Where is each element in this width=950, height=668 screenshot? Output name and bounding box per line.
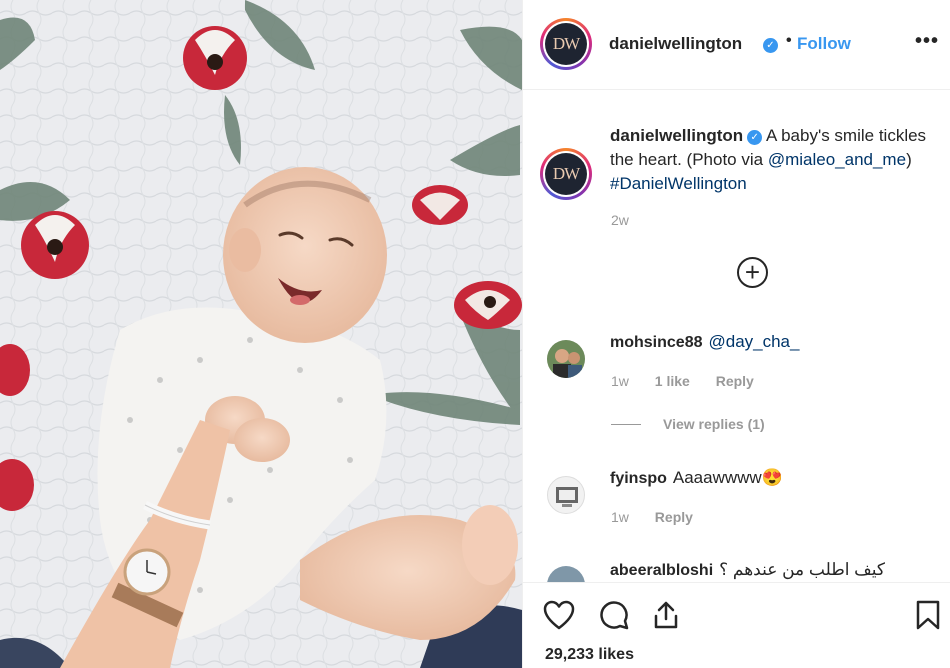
more-options-icon[interactable]: ••• <box>915 30 939 53</box>
divider-line <box>611 424 641 425</box>
comment-likes[interactable]: 1 like <box>655 373 690 389</box>
comment-avatar[interactable] <box>547 476 585 514</box>
mention-link[interactable]: @mialeo_and_me <box>768 150 906 169</box>
comment-username[interactable]: fyinspo <box>610 470 667 487</box>
caption-timestamp[interactable]: 2w <box>611 212 629 228</box>
separator-dot: • <box>786 32 792 49</box>
comment-text: abeeralbloshi كيف اطلب من عندهم ؟ <box>610 560 885 580</box>
avatar[interactable]: DW <box>540 18 592 70</box>
comment-timestamp[interactable]: 1w <box>611 509 629 525</box>
avatar-logo: DW <box>545 153 587 195</box>
view-replies-button[interactable]: View replies (1) <box>611 416 765 432</box>
comment-meta: 1w 1 like Reply <box>611 373 776 389</box>
caption-close: ) <box>906 150 912 169</box>
comment-text: fyinspo Aaaawwww😍 <box>610 468 783 488</box>
caption-avatar[interactable]: DW <box>540 148 592 200</box>
comment-username[interactable]: mohsince88 <box>610 334 702 351</box>
comment-username[interactable]: abeeralbloshi <box>610 562 713 579</box>
comment-body: Aaaawwww😍 <box>672 468 783 487</box>
verified-badge-icon: ✓ <box>747 130 763 145</box>
comment-text: mohsince88 @day_cha_ <box>610 332 799 352</box>
caption-username[interactable]: danielwellington <box>610 126 743 145</box>
comment-avatar[interactable] <box>547 340 585 378</box>
hashtag-link[interactable]: #DanielWellington <box>610 174 747 193</box>
comment-meta: 1w Reply <box>611 509 715 525</box>
load-more-comments-button[interactable]: + <box>737 257 768 288</box>
post-photo[interactable] <box>0 0 522 668</box>
share-icon[interactable] <box>651 600 681 630</box>
follow-button[interactable]: Follow <box>797 34 851 54</box>
reply-button[interactable]: Reply <box>716 373 754 389</box>
comment-body: كيف اطلب من عندهم ؟ <box>719 560 885 579</box>
mention-link[interactable]: @day_cha_ <box>708 332 799 351</box>
comment-timestamp[interactable]: 1w <box>611 373 629 389</box>
bookmark-icon[interactable] <box>916 600 940 630</box>
header-username[interactable]: danielwellington <box>609 34 742 54</box>
baby-photo-illustration <box>0 0 522 668</box>
avatar-logo: DW <box>545 23 587 65</box>
heart-icon[interactable] <box>543 600 575 630</box>
post-header: DW danielwellington ✓ • Follow ••• <box>523 0 950 90</box>
post-detail-panel: DW danielwellington ✓ • Follow ••• DW da… <box>522 0 950 668</box>
view-replies-label: View replies (1) <box>663 416 765 432</box>
caption-text: danielwellington ✓ A baby's smile tickles… <box>610 124 940 196</box>
verified-badge-icon: ✓ <box>763 38 778 53</box>
comment-icon[interactable] <box>599 600 629 630</box>
reply-button[interactable]: Reply <box>655 509 693 525</box>
likes-count[interactable]: 29,233 likes <box>545 646 634 664</box>
tulip-flower <box>183 26 247 90</box>
